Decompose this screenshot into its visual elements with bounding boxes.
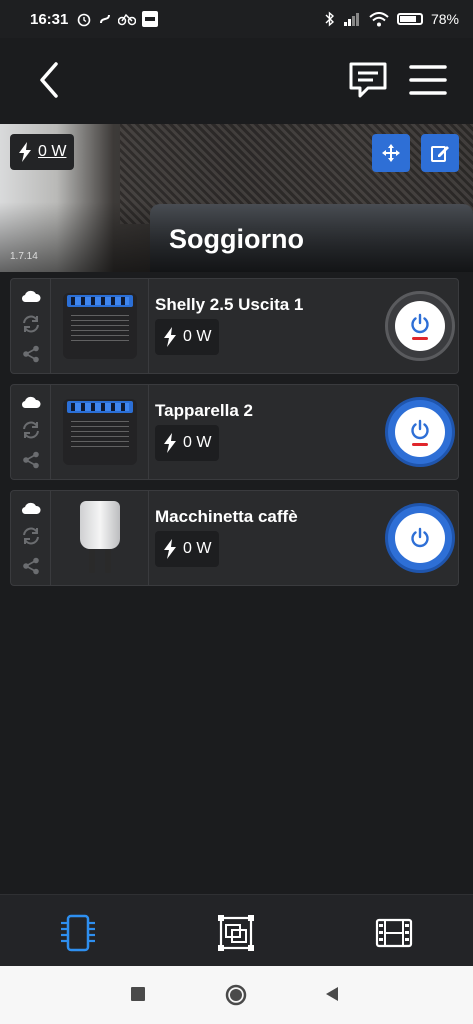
device-card[interactable]: Tapparella 2 0 W: [10, 384, 459, 480]
device-power-value: 0 W: [183, 434, 212, 451]
off-indicator: [412, 336, 428, 340]
device-name: Tapparella 2: [155, 401, 253, 420]
lightning-icon: [164, 327, 176, 347]
back-arrow-icon[interactable]: [30, 60, 70, 100]
share-icon[interactable]: [22, 557, 40, 575]
power-icon: [411, 419, 429, 439]
cloud-icon: [21, 396, 41, 409]
move-button[interactable]: [372, 134, 410, 172]
system-nav-bar: [0, 966, 473, 1024]
refresh-icon[interactable]: [21, 315, 41, 333]
back-button[interactable]: [324, 986, 340, 1002]
home-button[interactable]: [225, 984, 247, 1006]
device-power-chip: 0 W: [155, 319, 220, 355]
smart-plug-image: [76, 499, 124, 577]
device-side-icons: [11, 491, 51, 585]
device-power-chip: 0 W: [155, 531, 220, 567]
room-power-chip[interactable]: 0 W: [10, 134, 75, 170]
shelly-module-image: [62, 293, 137, 359]
status-time: 16:31: [30, 10, 69, 28]
status-left-icons: [76, 11, 159, 27]
device-card[interactable]: Macchinetta caffè 0 W: [10, 490, 459, 586]
bottom-nav: [0, 894, 473, 966]
battery-percent: 78%: [430, 11, 459, 27]
device-name: Macchinetta caffè: [155, 507, 298, 526]
power-toggle-button[interactable]: [385, 397, 455, 467]
shelly-module-image: [62, 399, 137, 465]
edit-icon: [431, 146, 449, 162]
room-power-value: 0 W: [38, 143, 67, 160]
signal-icon: [343, 13, 359, 26]
alarm-icon: [78, 13, 91, 27]
power-toggle-button[interactable]: [385, 503, 455, 573]
device-side-icons: [11, 279, 51, 373]
device-image: [51, 279, 149, 373]
device-card[interactable]: Shelly 2.5 Uscita 1 0 W: [10, 278, 459, 374]
lightning-icon: [19, 142, 31, 162]
power-toggle-button[interactable]: [385, 291, 455, 361]
room-title: Soggiorno: [169, 224, 304, 254]
rooms-tab-icon[interactable]: [216, 913, 256, 953]
scenes-tab-icon[interactable]: [374, 913, 414, 953]
device-name: Shelly 2.5 Uscita 1: [155, 295, 304, 314]
app-bar: [0, 38, 473, 124]
off-indicator: [412, 442, 428, 446]
notification-icon: [100, 14, 111, 24]
device-power-value: 0 W: [183, 540, 212, 557]
status-right-icons: 78%: [325, 11, 459, 27]
battery-icon: [396, 13, 423, 25]
ifttt-icon: [142, 11, 159, 27]
power-icon: [411, 313, 429, 333]
status-bar: 16:31 78%: [0, 0, 473, 38]
refresh-icon[interactable]: [21, 527, 41, 545]
device-image: [51, 491, 149, 585]
message-icon[interactable]: [346, 58, 390, 102]
power-icon: [411, 527, 429, 548]
room-header: 0 W Soggiorno 1.7.14: [0, 124, 473, 272]
devices-tab-icon[interactable]: [58, 913, 98, 953]
lightning-icon: [164, 539, 176, 559]
app-version: 1.7.14: [10, 251, 38, 262]
bluetooth-icon: [325, 11, 334, 27]
recents-button[interactable]: [130, 986, 146, 1002]
device-image: [51, 385, 149, 479]
menu-icon[interactable]: [408, 62, 448, 98]
bike-icon: [118, 13, 137, 26]
device-power-chip: 0 W: [155, 425, 220, 461]
refresh-icon[interactable]: [21, 421, 41, 439]
lightning-icon: [164, 433, 176, 453]
move-icon: [382, 144, 400, 162]
cloud-icon: [21, 290, 41, 303]
cloud-icon: [21, 502, 41, 515]
wifi-icon: [369, 11, 389, 26]
device-side-icons: [11, 385, 51, 479]
edit-button[interactable]: [421, 134, 459, 172]
device-power-value: 0 W: [183, 328, 212, 345]
share-icon[interactable]: [22, 451, 40, 469]
share-icon[interactable]: [22, 345, 40, 363]
